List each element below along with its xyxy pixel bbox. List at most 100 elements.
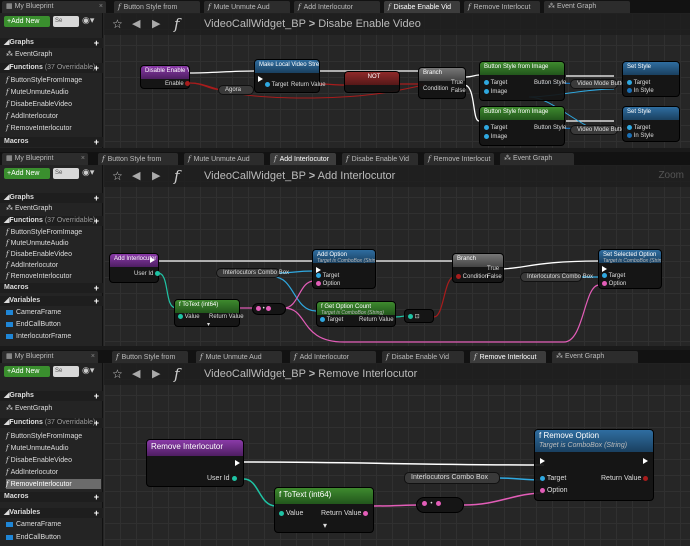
tab-my-blueprint[interactable]: ▦ My Blueprint × bbox=[2, 351, 98, 363]
sidebar-item-function[interactable]: f RemoveInterlocutor bbox=[6, 123, 72, 133]
int64-pin-icon[interactable] bbox=[155, 271, 161, 276]
tab-mute-unmute[interactable]: f Mute Unmute Aud bbox=[196, 351, 282, 363]
section-graphs[interactable]: ◢Graphs + bbox=[0, 193, 103, 203]
add-function-icon[interactable]: + bbox=[94, 216, 99, 226]
tab-my-blueprint[interactable]: ▦ My Blueprint × bbox=[2, 1, 106, 13]
expand-arrow-icon[interactable]: ▾ bbox=[323, 521, 327, 530]
sidebar-item-function[interactable]: f AddInterlocutor bbox=[6, 467, 58, 477]
interlocutors-combo-box-variable[interactable]: Interlocutors Combo Box bbox=[404, 472, 500, 484]
section-macros[interactable]: Macros + bbox=[0, 283, 103, 293]
add-macro-icon[interactable]: + bbox=[94, 283, 99, 293]
add-macro-icon[interactable]: + bbox=[94, 492, 99, 502]
branch-node[interactable]: Branch Condition True False bbox=[418, 67, 466, 99]
add-new-button[interactable]: +Add New bbox=[4, 366, 50, 377]
struct-pin-icon[interactable] bbox=[627, 133, 632, 138]
exec-pin-icon[interactable] bbox=[540, 458, 545, 464]
expand-arrow-icon[interactable]: ▾ bbox=[207, 321, 210, 328]
get-option-count-node[interactable]: f Get Option Count Target is ComboBox (St… bbox=[316, 301, 396, 327]
sidebar-item-function[interactable]: f ButtonStyleFromImage bbox=[6, 431, 82, 441]
sidebar-item-function[interactable]: f DisabeEnableVideo bbox=[6, 249, 72, 259]
video-mode-button-variable[interactable]: Video Mode Button bbox=[570, 79, 628, 89]
add-option-node[interactable]: Add Option Target is ComboBox (String) Ta… bbox=[312, 249, 376, 289]
tab-add-interlocutor[interactable]: f Add Interlocutor bbox=[270, 153, 336, 165]
int64-pin-icon[interactable] bbox=[408, 313, 413, 319]
agora-variable[interactable]: Agora bbox=[218, 85, 254, 95]
conversion-node[interactable]: • bbox=[416, 497, 464, 513]
graph-canvas[interactable]: ☆ ◀ ▶ f VideoCallWidget_BP > Add Interlo… bbox=[104, 165, 690, 346]
sidebar-item-function[interactable]: f MuteUnmuteAudio bbox=[6, 443, 69, 453]
function-entry-node[interactable]: Remove Interlocutor User Id bbox=[146, 439, 244, 487]
text-pin-icon[interactable] bbox=[363, 510, 369, 516]
sidebar-item-function-selected[interactable]: f RemoveInterlocutor bbox=[6, 479, 101, 489]
tab-add-interlocutor[interactable]: f Add Interlocutor bbox=[294, 1, 380, 13]
section-graphs[interactable]: ◢Graphs + bbox=[0, 38, 103, 48]
object-pin-icon[interactable] bbox=[484, 80, 489, 85]
text-pin-icon[interactable] bbox=[422, 501, 427, 506]
exec-pin-icon[interactable] bbox=[150, 257, 155, 263]
add-graph-icon[interactable]: + bbox=[94, 193, 99, 203]
sidebar-item-function[interactable]: f DisabeEnableVideo bbox=[6, 99, 72, 109]
conversion-node[interactable]: • bbox=[252, 303, 286, 315]
set-style-node[interactable]: Set Style Target In Style bbox=[622, 61, 680, 97]
tab-remove-interlocutor[interactable]: f Remove Interlocut bbox=[464, 1, 540, 13]
sidebar-item-function[interactable]: f AddInterlocutor bbox=[6, 111, 58, 121]
exec-pin-icon[interactable] bbox=[258, 76, 263, 82]
add-function-icon[interactable]: + bbox=[94, 418, 99, 428]
tab-remove-interlocutor[interactable]: f Remove Interlocut bbox=[424, 153, 494, 165]
to-text-int64-node[interactable]: f ToText (int64) Value Return Value ▾ bbox=[274, 487, 374, 533]
compare-node[interactable]: ⊡ bbox=[404, 309, 434, 323]
object-pin-icon[interactable] bbox=[627, 125, 632, 130]
sidebar-item-variable[interactable]: EndCallButton bbox=[6, 533, 141, 543]
object-pin-icon[interactable] bbox=[316, 273, 321, 278]
eye-icon[interactable]: ◉▾ bbox=[82, 365, 94, 376]
add-variable-icon[interactable]: + bbox=[94, 296, 99, 306]
tab-button-style[interactable]: f Button Style from bbox=[98, 153, 178, 165]
string-pin-icon[interactable] bbox=[316, 281, 321, 286]
object-pin-icon[interactable] bbox=[627, 80, 632, 85]
to-text-int64-node[interactable]: f ToText (int64) Value Return Value ▾ bbox=[174, 299, 244, 328]
object-pin-icon[interactable] bbox=[484, 89, 489, 94]
sidebar-item-function[interactable]: f ButtonStyleFromImage bbox=[6, 75, 82, 85]
add-function-icon[interactable]: + bbox=[94, 63, 99, 73]
section-macros[interactable]: Macros + bbox=[0, 492, 103, 502]
tab-button-style[interactable]: f Button Style from bbox=[112, 351, 188, 363]
button-style-from-image-node[interactable]: Button Style from Image Target Image But… bbox=[479, 61, 566, 101]
add-new-button[interactable]: +Add New bbox=[4, 168, 50, 179]
eye-icon[interactable]: ◉▾ bbox=[82, 15, 94, 26]
add-graph-icon[interactable]: + bbox=[94, 38, 99, 48]
bool-pin-icon[interactable] bbox=[456, 274, 461, 279]
sidebar-item-function[interactable]: f ButtonStyleFromImage bbox=[6, 227, 82, 237]
sidebar-item-event-graph[interactable]: ⁂ EventGraph bbox=[6, 404, 52, 414]
bool-pin-icon[interactable] bbox=[643, 475, 649, 481]
remove-option-node[interactable]: f Remove Option Target is ComboBox (Strin… bbox=[534, 429, 654, 501]
object-pin-icon[interactable] bbox=[265, 82, 270, 87]
sidebar-item-variable[interactable]: CameraFrame bbox=[6, 520, 142, 530]
section-macros[interactable]: Macros + bbox=[0, 137, 103, 147]
close-icon[interactable]: × bbox=[99, 1, 103, 13]
interlocutors-combo-box-variable[interactable]: Interlocutors Combo Box bbox=[216, 268, 289, 278]
add-macro-icon[interactable]: + bbox=[94, 137, 99, 147]
tab-event-graph[interactable]: ⁂ Event Graph bbox=[544, 1, 630, 13]
eye-icon[interactable]: ◉▾ bbox=[82, 167, 94, 178]
sidebar-item-event-graph[interactable]: ⁂ EventGraph bbox=[6, 204, 52, 214]
tab-button-style[interactable]: f Button Style from bbox=[114, 1, 200, 13]
section-functions[interactable]: ◢Functions (37 Overridable) + bbox=[0, 216, 103, 226]
make-local-video-stream-node[interactable]: Make Local Video Stream Target Return Va… bbox=[254, 59, 326, 93]
search-input[interactable]: Se bbox=[53, 168, 79, 179]
sidebar-item-function[interactable]: f DisabeEnableVideo bbox=[6, 455, 72, 465]
exec-pin-icon[interactable] bbox=[602, 266, 607, 272]
tab-event-graph[interactable]: ⁂ Event Graph bbox=[552, 351, 638, 363]
bool-pin-icon[interactable] bbox=[185, 81, 191, 86]
int64-pin-icon[interactable] bbox=[279, 510, 284, 516]
tab-add-interlocutor[interactable]: f Add Interlocutor bbox=[290, 351, 376, 363]
set-selected-option-node[interactable]: Set Selected Option Target is ComboBox (S… bbox=[598, 249, 662, 289]
tab-disable-enable-video[interactable]: f Disabe Enable Vid bbox=[342, 153, 418, 165]
struct-pin-icon[interactable] bbox=[627, 88, 632, 93]
object-pin-icon[interactable] bbox=[602, 273, 607, 278]
text-pin-icon[interactable] bbox=[256, 306, 261, 311]
video-mode-button-variable[interactable]: Video Mode Button bbox=[570, 125, 628, 135]
section-functions[interactable]: ◢Functions (37 Overridable) + bbox=[0, 63, 103, 73]
tab-event-graph[interactable]: ⁂ Event Graph bbox=[500, 153, 574, 165]
sidebar-item-function[interactable]: f RemoveInterlocutor bbox=[6, 271, 72, 281]
sidebar-item-variable[interactable]: EndCallButton bbox=[6, 320, 141, 330]
